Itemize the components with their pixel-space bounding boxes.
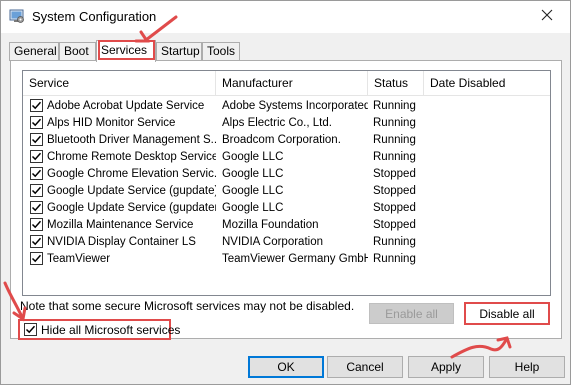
service-checkbox[interactable] bbox=[30, 99, 43, 112]
service-checkbox[interactable] bbox=[30, 218, 43, 231]
cancel-button[interactable]: Cancel bbox=[327, 356, 403, 378]
service-cell: Chrome Remote Desktop Service bbox=[23, 150, 216, 163]
hide-microsoft-services-label: Hide all Microsoft services bbox=[41, 322, 181, 337]
service-status: Running bbox=[373, 99, 416, 112]
service-name: Alps HID Monitor Service bbox=[47, 116, 176, 129]
service-checkbox[interactable] bbox=[30, 184, 43, 197]
service-checkbox[interactable] bbox=[30, 133, 43, 146]
checkmark-icon bbox=[31, 203, 42, 212]
service-manufacturer: TeamViewer Germany GmbH bbox=[222, 252, 368, 265]
column-header-manufacturer[interactable]: Manufacturer bbox=[216, 71, 368, 96]
service-name: Mozilla Maintenance Service bbox=[47, 218, 194, 231]
tab-general[interactable]: General bbox=[9, 42, 59, 61]
service-manufacturer: Google LLC bbox=[222, 201, 284, 214]
service-row[interactable]: Chrome Remote Desktop Service Google LLC R… bbox=[23, 148, 550, 165]
system-configuration-window: System Configuration General Boot Servic… bbox=[0, 0, 571, 385]
service-status: Stopped bbox=[373, 167, 416, 180]
service-name: Google Update Service (gupdatem) bbox=[47, 201, 216, 214]
service-cell: Google Chrome Elevation Servic... bbox=[23, 167, 216, 180]
service-cell: Mozilla Maintenance Service bbox=[23, 218, 216, 231]
service-cell: Google Update Service (gupdate) bbox=[23, 184, 216, 197]
service-cell: Google Update Service (gupdatem) bbox=[23, 201, 216, 214]
service-status: Running bbox=[373, 235, 416, 248]
service-cell: Bluetooth Driver Management S... bbox=[23, 133, 216, 146]
service-row[interactable]: Bluetooth Driver Management S... Broadcom… bbox=[23, 131, 550, 148]
column-header-status[interactable]: Status bbox=[368, 71, 424, 96]
microsoft-services-note: Note that some secure Microsoft services… bbox=[20, 299, 355, 313]
checkmark-icon bbox=[31, 220, 42, 229]
service-checkbox[interactable] bbox=[30, 252, 43, 265]
service-row[interactable]: Google Update Service (gupdate) Google LL… bbox=[23, 182, 550, 199]
service-checkbox[interactable] bbox=[30, 235, 43, 248]
service-cell: Adobe Acrobat Update Service bbox=[23, 99, 216, 112]
checkmark-icon bbox=[31, 152, 42, 161]
tab-startup[interactable]: Startup bbox=[156, 42, 202, 61]
service-manufacturer: Broadcom Corporation. bbox=[222, 133, 341, 146]
service-name: TeamViewer bbox=[47, 252, 111, 265]
service-status: Running bbox=[373, 150, 416, 163]
service-name: Google Update Service (gupdate) bbox=[47, 184, 216, 197]
service-status: Running bbox=[373, 252, 416, 265]
service-status: Stopped bbox=[373, 218, 416, 231]
service-cell: TeamViewer bbox=[23, 252, 216, 265]
checkmark-icon bbox=[31, 254, 42, 263]
service-manufacturer: Adobe Systems Incorporated bbox=[222, 99, 368, 112]
service-name: Google Chrome Elevation Servic... bbox=[47, 167, 216, 180]
services-list[interactable]: Service Manufacturer Status Date Disable… bbox=[22, 70, 551, 296]
service-status: Stopped bbox=[373, 184, 416, 197]
checkmark-icon bbox=[31, 101, 42, 110]
service-manufacturer: NVIDIA Corporation bbox=[222, 235, 323, 248]
service-manufacturer: Google LLC bbox=[222, 184, 284, 197]
window-title: System Configuration bbox=[32, 9, 157, 24]
service-row[interactable]: Mozilla Maintenance Service Mozilla Found… bbox=[23, 216, 550, 233]
service-manufacturer: Google LLC bbox=[222, 150, 284, 163]
service-name: Chrome Remote Desktop Service bbox=[47, 150, 216, 163]
disable-all-button[interactable]: Disable all bbox=[464, 302, 550, 325]
service-row[interactable]: Google Update Service (gupdatem) Google L… bbox=[23, 199, 550, 216]
title-bar[interactable]: System Configuration bbox=[1, 1, 570, 33]
checkmark-icon bbox=[31, 118, 42, 127]
service-cell: Alps HID Monitor Service bbox=[23, 116, 216, 129]
service-name: NVIDIA Display Container LS bbox=[47, 235, 196, 248]
service-checkbox[interactable] bbox=[30, 201, 43, 214]
checkbox-checked-icon[interactable] bbox=[24, 323, 37, 336]
system-configuration-app-icon bbox=[9, 8, 25, 24]
checkmark-icon bbox=[31, 135, 42, 144]
service-status: Running bbox=[373, 116, 416, 129]
tab-tools[interactable]: Tools bbox=[202, 42, 240, 61]
close-icon bbox=[541, 8, 553, 26]
service-manufacturer: Alps Electric Co., Ltd. bbox=[222, 116, 332, 129]
services-panel: Service Manufacturer Status Date Disable… bbox=[10, 60, 562, 340]
checkmark-icon bbox=[31, 237, 42, 246]
help-button[interactable]: Help bbox=[489, 356, 565, 378]
service-row[interactable]: Alps HID Monitor Service Alps Electric Co… bbox=[23, 114, 550, 131]
tab-services[interactable]: Services bbox=[96, 40, 156, 62]
column-header-date-disabled[interactable]: Date Disabled bbox=[424, 71, 550, 96]
service-name: Bluetooth Driver Management S... bbox=[47, 133, 216, 146]
service-status: Running bbox=[373, 133, 416, 146]
checkmark-icon bbox=[31, 169, 42, 178]
services-list-body: Adobe Acrobat Update Service Adobe System… bbox=[23, 97, 550, 267]
service-row[interactable]: Google Chrome Elevation Servic... Google … bbox=[23, 165, 550, 182]
service-manufacturer: Google LLC bbox=[222, 167, 284, 180]
service-manufacturer: Mozilla Foundation bbox=[222, 218, 319, 231]
service-status: Stopped bbox=[373, 201, 416, 214]
close-button[interactable] bbox=[524, 1, 570, 33]
column-header-service[interactable]: Service bbox=[23, 71, 216, 96]
service-row[interactable]: Adobe Acrobat Update Service Adobe System… bbox=[23, 97, 550, 114]
service-checkbox[interactable] bbox=[30, 116, 43, 129]
enable-all-button[interactable]: Enable all bbox=[369, 303, 454, 324]
ok-button[interactable]: OK bbox=[248, 356, 324, 378]
tab-boot[interactable]: Boot bbox=[59, 42, 96, 61]
apply-button[interactable]: Apply bbox=[408, 356, 484, 378]
services-list-header: Service Manufacturer Status Date Disable… bbox=[23, 71, 550, 96]
service-row[interactable]: TeamViewer TeamViewer Germany GmbH Running bbox=[23, 250, 550, 267]
service-cell: NVIDIA Display Container LS bbox=[23, 235, 216, 248]
checkmark-icon bbox=[31, 186, 42, 195]
service-checkbox[interactable] bbox=[30, 150, 43, 163]
service-row[interactable]: NVIDIA Display Container LS NVIDIA Corpor… bbox=[23, 233, 550, 250]
service-checkbox[interactable] bbox=[30, 167, 43, 180]
hide-microsoft-services-checkbox[interactable]: Hide all Microsoft services bbox=[18, 319, 180, 340]
service-name: Adobe Acrobat Update Service bbox=[47, 99, 205, 112]
